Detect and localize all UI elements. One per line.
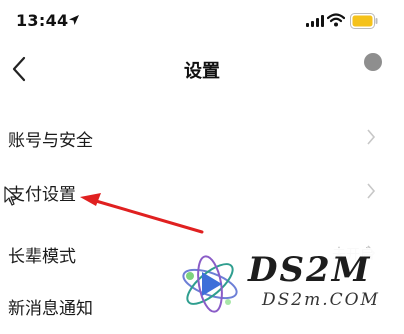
wifi-icon: [327, 13, 345, 27]
chevron-right-icon: [367, 129, 376, 145]
mouse-cursor-icon: [4, 186, 17, 206]
watermark-domain: DS2m.COM: [262, 290, 380, 310]
watermark: DS2M DS2m.COM: [166, 248, 404, 318]
settings-item-label: 账号与安全: [8, 131, 93, 151]
settings-item-label: 长辈模式: [8, 247, 76, 267]
chevron-right-icon: [367, 183, 376, 199]
status-time: 13:44: [16, 11, 69, 30]
battery-icon: [350, 13, 378, 29]
atom-logo-icon: [182, 255, 238, 313]
watermark-brand: DS2M: [248, 250, 372, 290]
settings-item-payment[interactable]: 支付设置: [0, 164, 404, 220]
menu-dot-icon[interactable]: [364, 53, 382, 71]
page-title: 设置: [184, 61, 220, 82]
location-arrow-icon: [69, 15, 79, 25]
settings-item-account-security[interactable]: 账号与安全: [0, 110, 404, 166]
settings-item-label: 支付设置: [8, 185, 76, 205]
settings-item-label: 新消息通知: [8, 299, 93, 319]
cellular-signal-icon: [306, 15, 324, 27]
navigation-bar: 设置: [0, 44, 404, 94]
status-bar: 13:44: [0, 0, 404, 44]
